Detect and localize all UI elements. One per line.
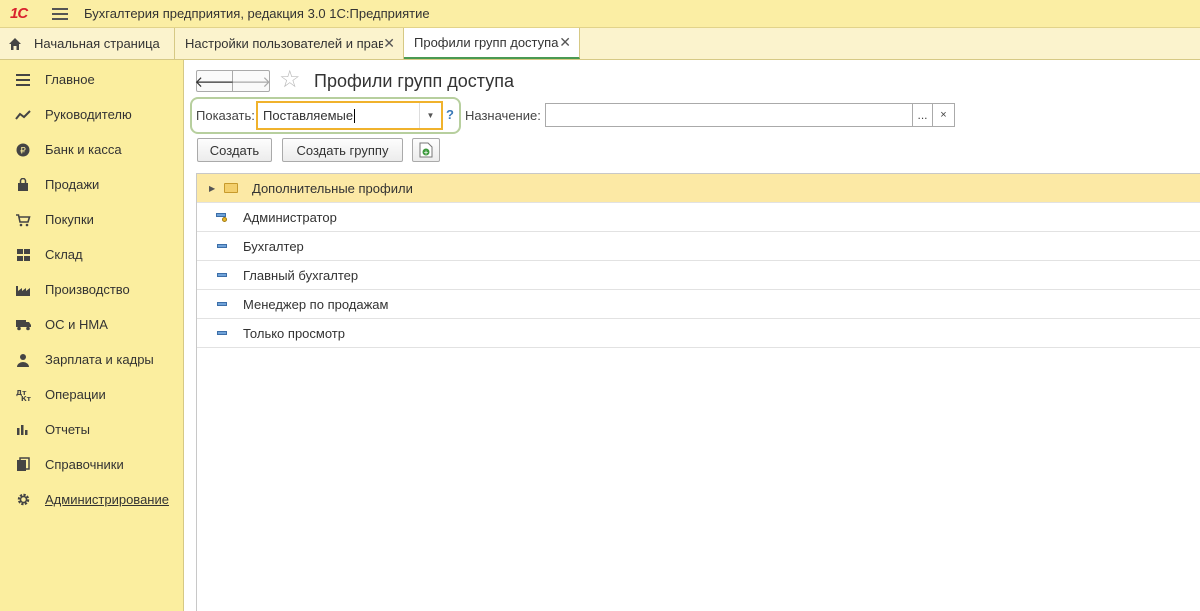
purpose-clear-button[interactable]: × (933, 103, 955, 127)
person-icon (14, 352, 32, 368)
chevron-down-icon[interactable]: ▼ (419, 103, 441, 128)
app-logo: 1С (10, 5, 28, 22)
sidebar-item-label: Производство (45, 282, 130, 297)
sidebar-item-label: Справочники (45, 457, 124, 472)
show-select-value[interactable]: Поставляемые (258, 108, 419, 124)
svg-text:₽: ₽ (20, 146, 26, 156)
app-title: Бухгалтерия предприятия, редакция 3.0 1С… (84, 6, 430, 21)
profiles-list: ▶ Дополнительные профили Администратор Б… (196, 173, 1200, 611)
tab-access-group-profiles-label: Профили групп доступа (414, 35, 559, 50)
purpose-input[interactable] (545, 103, 913, 127)
trend-chart-icon (14, 107, 32, 123)
tabs-bar: Начальная страница Настройки пользовател… (0, 28, 1200, 60)
tab-user-settings-label: Настройки пользователей и прав (185, 36, 383, 51)
sidebar-item-warehouse[interactable]: Склад (0, 237, 183, 272)
list-item-label: Главный бухгалтер (243, 267, 359, 283)
sidebar-item-main[interactable]: Главное (0, 62, 183, 97)
debit-credit-icon: Дт Кт (14, 387, 32, 403)
sidebar-item-label: Зарплата и кадры (45, 352, 154, 367)
sidebar-item-administration[interactable]: Администрирование (0, 482, 183, 517)
back-button[interactable]: 🡐 (194, 71, 235, 91)
list-item-label: Дополнительные профили (252, 180, 413, 196)
navigation-buttons: 🡐 🡒 (194, 70, 271, 92)
profile-icon (214, 269, 230, 281)
main-menu-icon[interactable] (52, 7, 68, 20)
sidebar-item-manager[interactable]: Руководителю (0, 97, 183, 132)
ruble-coin-icon: ₽ (14, 142, 32, 158)
sidebar-item-label: Склад (45, 247, 83, 262)
sidebar-item-label: ОС и НМА (45, 317, 108, 332)
create-group-button[interactable]: Создать группу (282, 138, 403, 162)
sidebar-item-label: Операции (45, 387, 106, 402)
list-item[interactable]: Менеджер по продажам (197, 290, 1200, 319)
sidebar-item-label: Покупки (45, 212, 94, 227)
tab-home[interactable]: Начальная страница (0, 28, 175, 59)
tab-home-label: Начальная страница (34, 36, 160, 51)
tab-access-group-profiles[interactable]: Профили групп доступа ✕ (404, 28, 580, 59)
create-button[interactable]: Создать (197, 138, 272, 162)
admin-profile-icon (214, 211, 230, 223)
list-item-label: Менеджер по продажам (243, 296, 389, 312)
factory-icon (14, 282, 32, 298)
profile-icon (214, 240, 230, 252)
close-icon[interactable]: ✕ (383, 35, 395, 52)
list-item-label: Только просмотр (243, 325, 345, 341)
main-content: 🡐 🡒 ☆ Профили групп доступа Показать: По… (184, 60, 1200, 611)
export-button[interactable]: + (412, 138, 440, 162)
page-title: Профили групп доступа (314, 71, 514, 91)
list-item[interactable]: Администратор (197, 203, 1200, 232)
spreadsheet-export-icon: + (419, 142, 433, 158)
sidebar-item-label: Администрирование (45, 492, 169, 507)
profile-icon (214, 298, 230, 310)
show-select[interactable]: Поставляемые ▼ (256, 101, 443, 130)
list-item[interactable]: ▶ Дополнительные профили (197, 174, 1200, 203)
bar-chart-icon (14, 422, 32, 438)
expand-arrow-icon[interactable]: ▶ (209, 184, 219, 193)
svg-text:+: + (423, 150, 428, 157)
warehouse-grid-icon (14, 247, 32, 263)
shopping-cart-icon (14, 212, 32, 228)
sidebar-item-label: Продажи (45, 177, 100, 192)
help-icon[interactable]: ? (446, 107, 454, 122)
purpose-select-button[interactable]: ... (913, 103, 933, 127)
sidebar-item-purchases[interactable]: Покупки (0, 202, 183, 237)
svg-text:Кт: Кт (21, 395, 31, 402)
sidebar-item-label: Отчеты (45, 422, 90, 437)
sidebar-item-label: Банк и касса (45, 142, 122, 157)
sidebar-item-reports[interactable]: Отчеты (0, 412, 183, 447)
profile-icon (214, 327, 230, 339)
forward-button[interactable]: 🡒 (231, 71, 271, 91)
sidebar-item-fixed-assets[interactable]: ОС и НМА (0, 307, 183, 342)
list-item[interactable]: Бухгалтер (197, 232, 1200, 261)
sidebar-item-label: Главное (45, 72, 95, 87)
tab-user-settings[interactable]: Настройки пользователей и прав ✕ (175, 28, 404, 59)
gear-icon (14, 492, 32, 508)
list-item[interactable]: Главный бухгалтер (197, 261, 1200, 290)
sidebar-item-sales[interactable]: Продажи (0, 167, 183, 202)
show-label: Показать: (196, 108, 255, 123)
books-icon (14, 457, 32, 473)
list-item-label: Администратор (243, 209, 337, 225)
sidebar-item-production[interactable]: Производство (0, 272, 183, 307)
sidebar-item-directories[interactable]: Справочники (0, 447, 183, 482)
list-item-label: Бухгалтер (243, 238, 304, 254)
shopping-bag-icon (14, 177, 32, 193)
home-icon (9, 37, 21, 50)
sidebar-item-operations[interactable]: Дт Кт Операции (0, 377, 183, 412)
favorite-star-icon[interactable]: ☆ (279, 68, 301, 92)
purpose-label: Назначение: (465, 108, 541, 123)
close-icon[interactable]: ✕ (559, 34, 571, 51)
sidebar-item-salary[interactable]: Зарплата и кадры (0, 342, 183, 377)
folder-icon (223, 182, 239, 194)
menu-lines-icon (14, 72, 32, 88)
title-bar: 1С Бухгалтерия предприятия, редакция 3.0… (0, 0, 1200, 28)
sidebar-item-bank[interactable]: ₽ Банк и касса (0, 132, 183, 167)
list-item[interactable]: Только просмотр (197, 319, 1200, 348)
sidebar-item-label: Руководителю (45, 107, 132, 122)
sidebar: Главное Руководителю ₽ Банк и касса Прод… (0, 60, 184, 611)
truck-icon (14, 317, 32, 333)
